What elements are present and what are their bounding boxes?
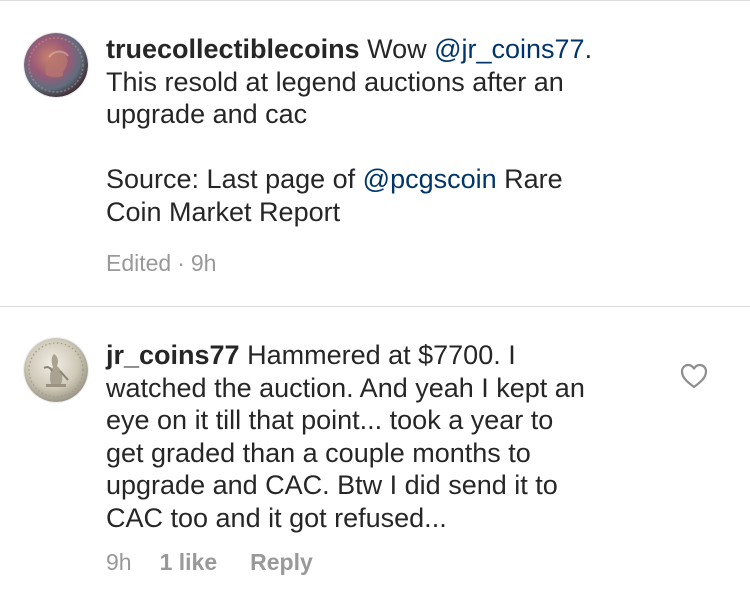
- comment-text: truecollectiblecoins Wow @jr_coins77. Th…: [106, 33, 666, 228]
- comment-text: jr_coins77 Hammered at $7700. I watched …: [106, 339, 646, 534]
- comment-meta: 9h 1 like Reply: [106, 549, 313, 576]
- likes-count-button[interactable]: 1 like: [160, 549, 218, 576]
- edited-label: Edited: [106, 250, 172, 276]
- comment-username[interactable]: truecollectiblecoins: [106, 34, 360, 64]
- mention-link[interactable]: @jr_coins77: [434, 34, 584, 64]
- comment-timestamp: 9h: [106, 549, 132, 575]
- coin-avatar-icon: [24, 338, 88, 402]
- avatar[interactable]: [24, 338, 88, 402]
- comment-meta: Edited · 9h: [106, 250, 216, 277]
- coin-avatar-icon: [24, 33, 88, 97]
- comment-timestamp: 9h: [190, 250, 217, 276]
- mention-link[interactable]: @pcgscoin: [363, 164, 497, 194]
- comment-item: truecollectiblecoins Wow @jr_coins77. Th…: [0, 0, 750, 306]
- reply-button[interactable]: Reply: [250, 549, 313, 576]
- comment-username[interactable]: jr_coins77: [106, 340, 240, 370]
- comment-text-part: Wow: [359, 34, 435, 64]
- comment-item: jr_coins77 Hammered at $7700. I watched …: [0, 307, 750, 607]
- heart-outline-icon[interactable]: [680, 363, 708, 389]
- avatar[interactable]: [24, 33, 88, 97]
- meta-separator: ·: [177, 250, 185, 276]
